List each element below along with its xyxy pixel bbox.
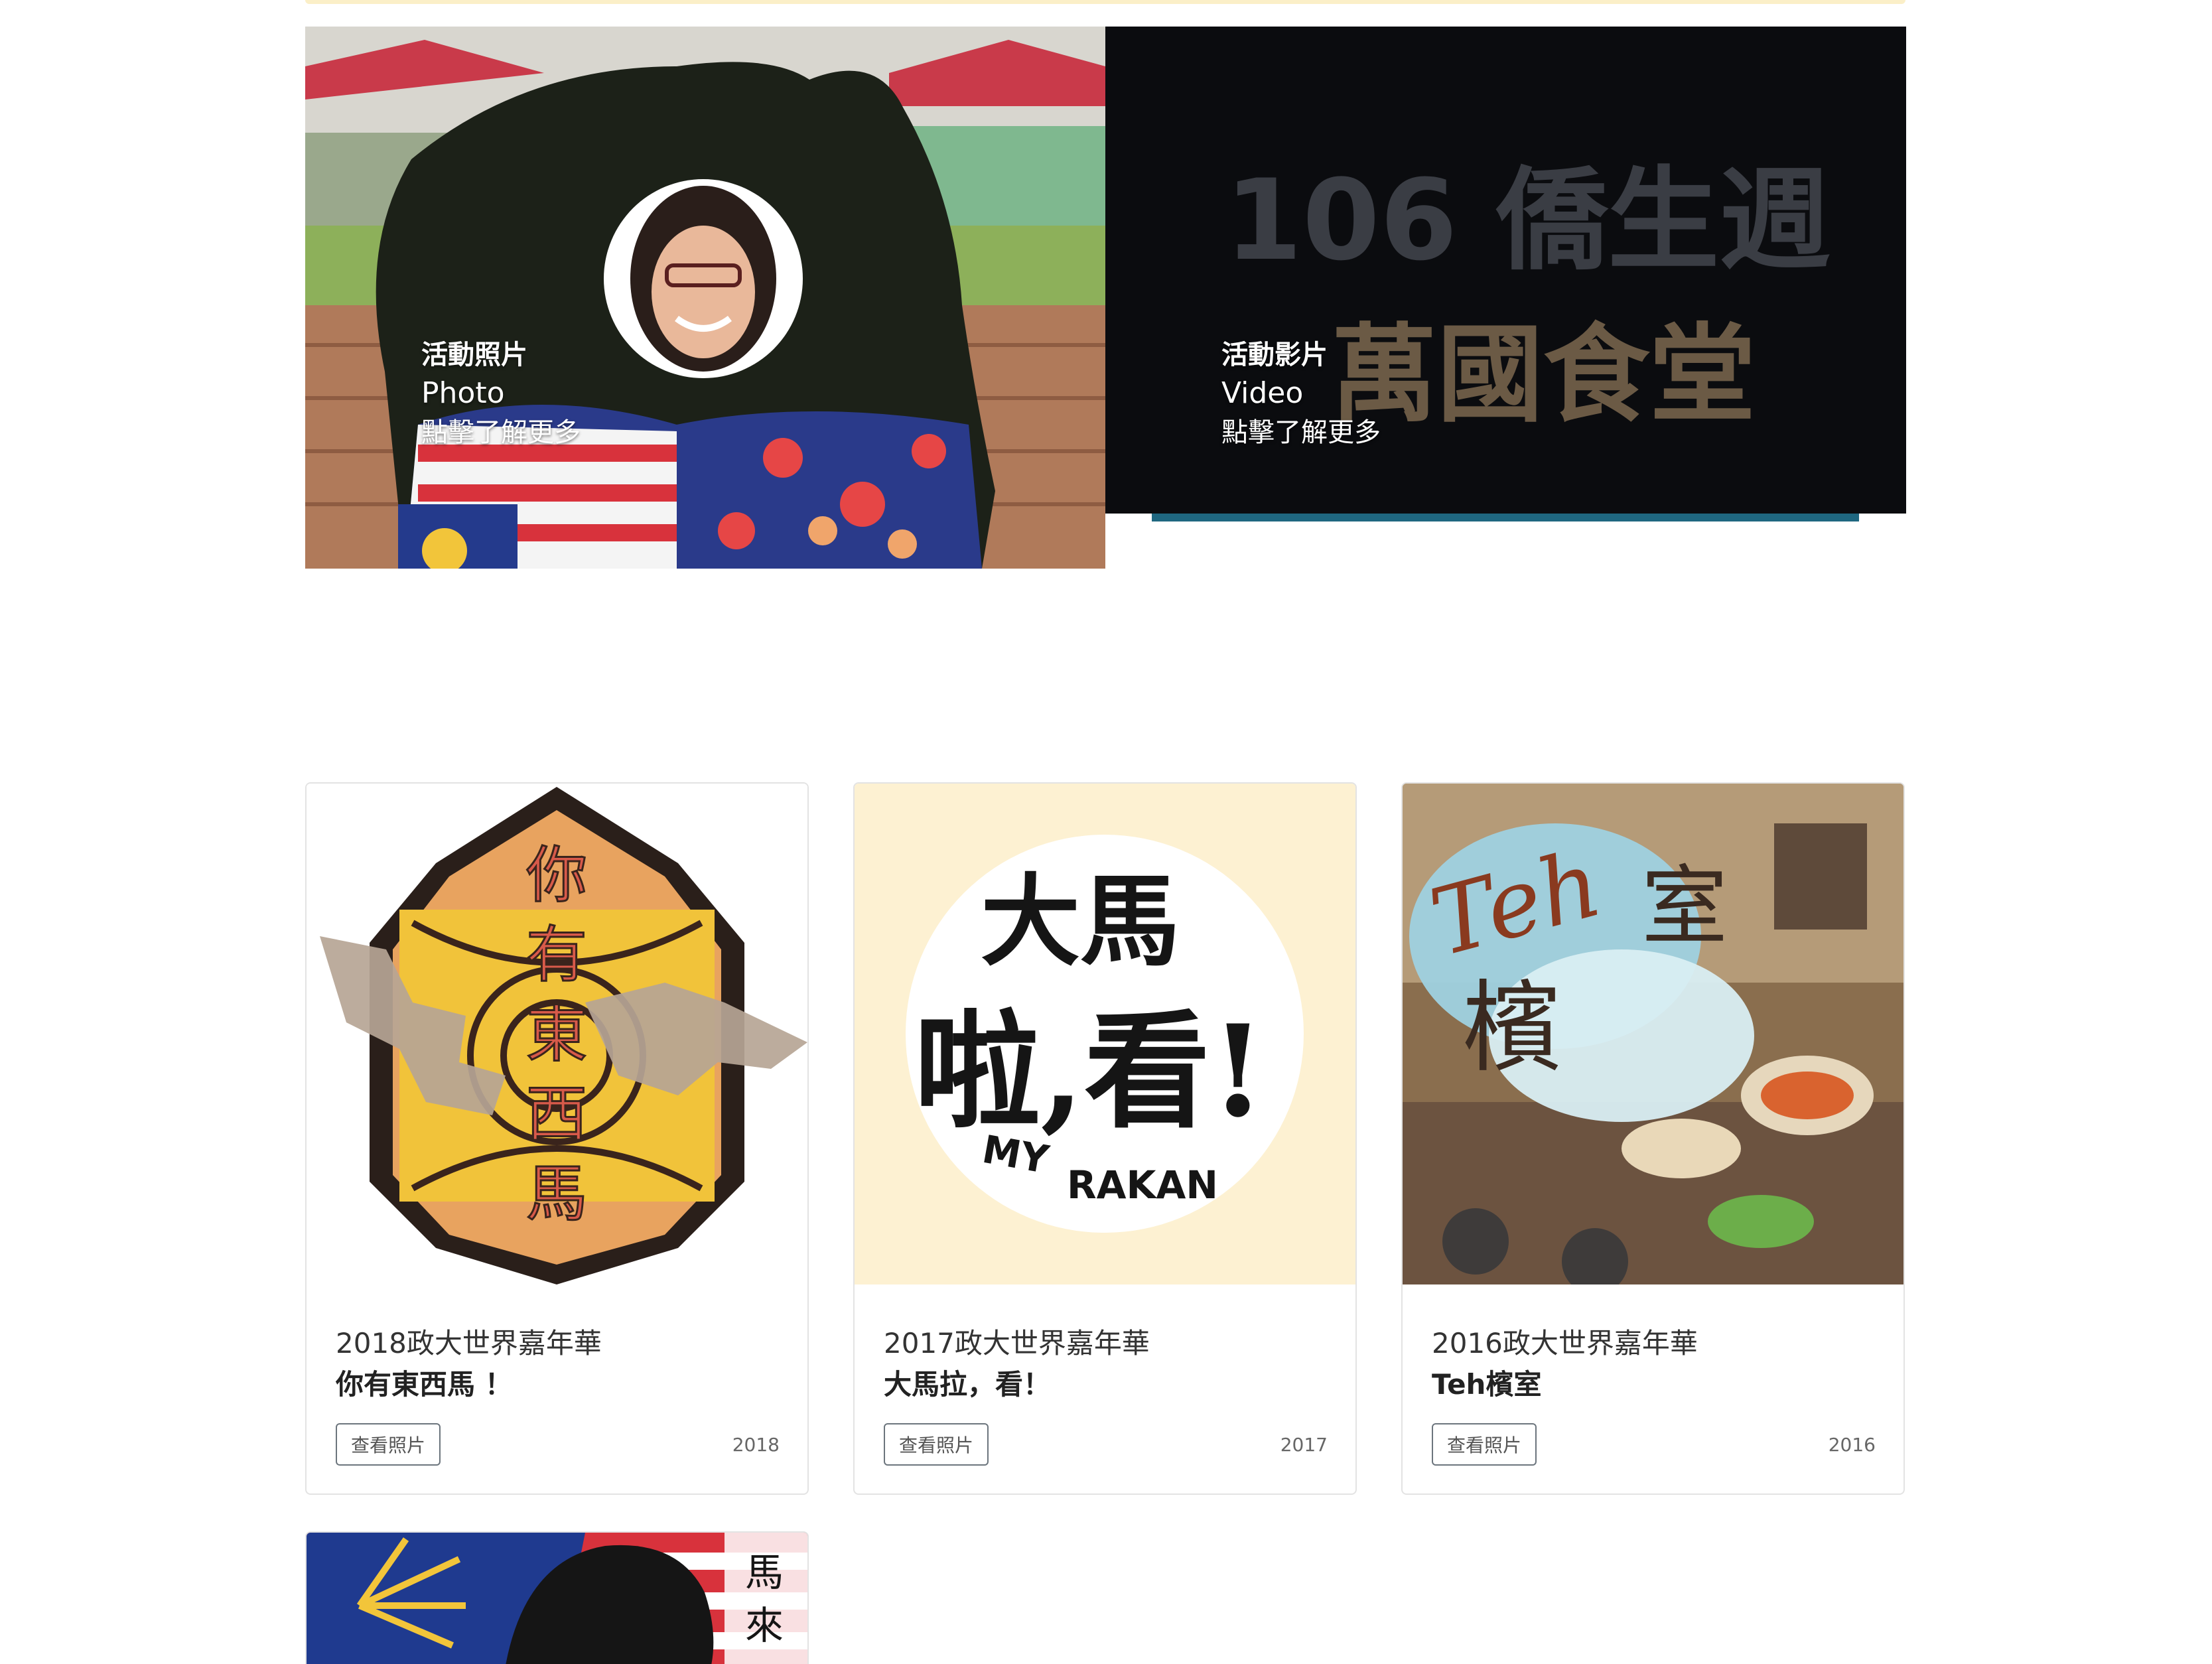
card-event-name: 2017政大世界嘉年華: [884, 1327, 1150, 1359]
view-photos-button[interactable]: 查看照片: [884, 1423, 989, 1466]
video-banner-underline: [1152, 514, 1859, 521]
video-art-title-line1: 106 僑生週: [1225, 155, 1831, 285]
photo-banner-image: [305, 27, 1105, 569]
card-title: Teh檳室: [1432, 1368, 1542, 1401]
card-art-char: 馬: [526, 1158, 587, 1229]
album-card-partial[interactable]: 馬 來: [305, 1531, 809, 1664]
view-photos-button[interactable]: 查看照片: [1432, 1423, 1537, 1466]
card-art-char: 有: [526, 920, 587, 991]
album-thumbnail[interactable]: 大馬 啦,看! MY RAKAN: [855, 784, 1355, 1284]
video-banner[interactable]: 106 僑生週 萬國食堂 活動影片 Video 點擊了解更多: [1105, 27, 1906, 514]
card-art-char: 馬: [745, 1550, 784, 1595]
card-title: 你有東西馬 ！: [336, 1368, 513, 1401]
card-title: 大馬拉，看！: [884, 1368, 1052, 1401]
card-event-name: 2016政大世界嘉年華: [1432, 1327, 1698, 1359]
video-banner-more-link[interactable]: 點擊了解更多: [1221, 413, 1381, 452]
card-art-line1: 大馬: [981, 863, 1180, 980]
view-photos-button[interactable]: 查看照片: [336, 1423, 441, 1466]
card-year: 2017: [1280, 1434, 1328, 1456]
album-card-2018[interactable]: 你 有 東 西 馬 2018政大世界嘉年華 你有東西馬 ！ 查看照片 2018: [305, 782, 809, 1495]
card-art-char: 室: [1641, 856, 1728, 957]
card-art-char: 檳: [1462, 971, 1562, 1086]
photo-banner-more-link[interactable]: 點擊了解更多: [421, 413, 581, 452]
card-event-name: 2018政大世界嘉年華: [336, 1327, 602, 1359]
album-card-2016[interactable]: Teh 檳 室 2016政大世界嘉年華 Teh檳室 查看照片 2016: [1401, 782, 1905, 1495]
photo-banner-title-en: Photo: [421, 376, 505, 410]
video-banner-title-zh: 活動影片: [1221, 340, 1328, 370]
card-art-line2: 啦,看!: [914, 997, 1266, 1145]
card-art-char: 西: [526, 1079, 587, 1150]
album-thumbnail[interactable]: 你 有 東 西 馬: [307, 784, 807, 1284]
photo-banner-title-zh: 活動照片: [421, 340, 527, 370]
video-art-title-line2: 萬國食堂: [1331, 312, 1756, 437]
album-thumbnail[interactable]: 馬 來: [307, 1533, 807, 1664]
card-art-char: 東: [526, 999, 587, 1070]
card-art-sub2: RAKAN: [1067, 1162, 1218, 1208]
top-accent-line: [305, 0, 1905, 4]
card-year: 2016: [1828, 1434, 1876, 1456]
video-banner-title-en: Video: [1221, 376, 1304, 410]
card-art-char: 來: [745, 1603, 784, 1648]
album-card-2017[interactable]: 大馬 啦,看! MY RAKAN 2017政大世界嘉年華 大馬拉，看！ 查看照片…: [853, 782, 1357, 1495]
album-thumbnail[interactable]: Teh 檳 室: [1403, 784, 1903, 1284]
photo-banner[interactable]: 活動照片 Photo 點擊了解更多: [305, 27, 1105, 569]
card-art-char: 你: [526, 840, 587, 911]
card-year: 2018: [732, 1434, 780, 1456]
